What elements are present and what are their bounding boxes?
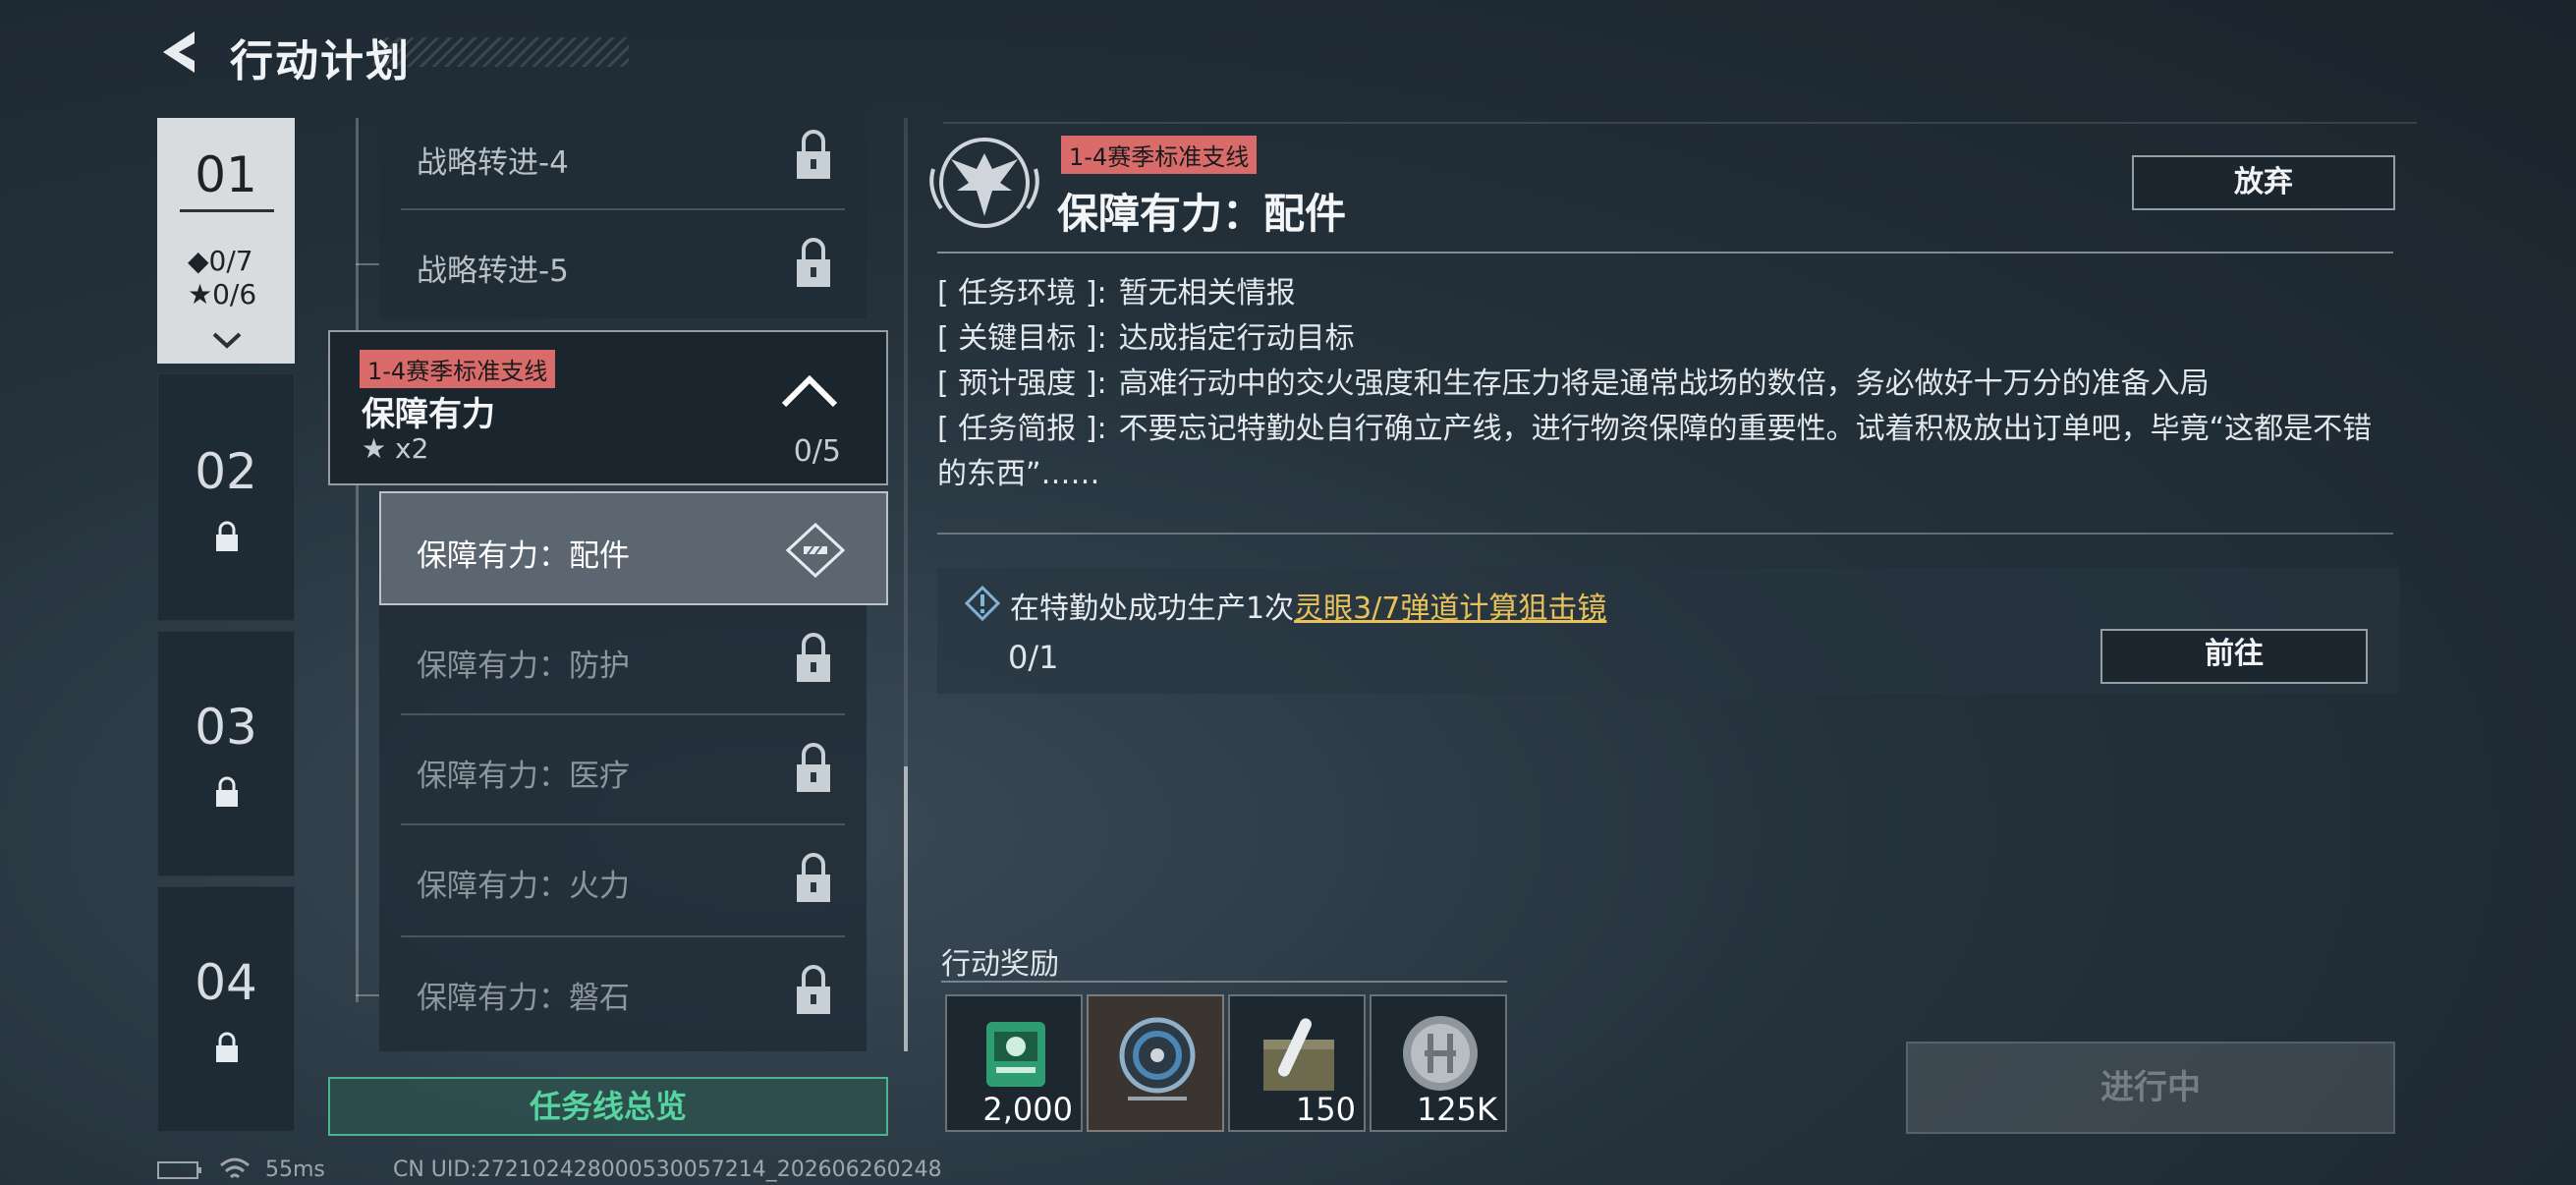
- info-value: 不要忘记特勤处自行确立产线，进行物资保障的重要性。试着积极放出订单吧，毕竟“这都…: [937, 412, 2373, 491]
- objective-item-link[interactable]: 灵眼3/7弹道计算狙击镜: [1294, 592, 1606, 626]
- info-environment: [ 任务环境 ]: 暂无相关情报: [937, 271, 2401, 316]
- info-value: 暂无相关情报: [1118, 276, 1296, 310]
- objective-prefix: 在特勤处成功生产1次: [1010, 592, 1295, 626]
- info-briefing: [ 任务简报 ]: 不要忘记特勤处自行确立产线，进行物资保障的重要性。试着积极放出…: [937, 407, 2401, 497]
- lock-icon: [797, 965, 830, 1014]
- lock-icon: [797, 633, 830, 682]
- info-key-objective: [ 关键目标 ]: 达成指定行动目标: [937, 316, 2401, 362]
- scrollbar-thumb[interactable]: [904, 766, 908, 1051]
- info-key: [ 任务环境 ]:: [937, 276, 1107, 310]
- chapter-tab-04[interactable]: 04: [157, 886, 295, 1132]
- alert-diamond-icon: [965, 586, 1000, 621]
- wifi-icon: [220, 1157, 250, 1179]
- cable-reel-icon: [1119, 1017, 1196, 1100]
- lock-icon: [797, 130, 830, 179]
- season-tag: 1-4赛季标准支线: [360, 350, 556, 388]
- quest-group-stars: ★ x2: [362, 432, 429, 465]
- reward-slot[interactable]: 125K: [1370, 994, 1507, 1132]
- chevron-up-icon[interactable]: [780, 371, 839, 411]
- ping-readout: 55ms: [265, 1157, 325, 1182]
- info-key: [ 预计强度 ]:: [937, 367, 1107, 401]
- chapter-number: 04: [195, 954, 257, 1011]
- quest-item-selected[interactable]: 保障有力：配件: [379, 491, 888, 605]
- quest-item-locked[interactable]: 保障有力：医疗: [379, 715, 867, 825]
- info-key: [ 关键目标 ]:: [937, 321, 1107, 356]
- quest-item-label: 保障有力：磐石: [417, 981, 630, 1016]
- abandon-button[interactable]: 放弃: [2132, 155, 2395, 210]
- in-progress-icon: [786, 523, 845, 578]
- quest-item-locked[interactable]: 保障有力：火力: [379, 825, 867, 937]
- quest-item-locked[interactable]: 保障有力：防护: [379, 605, 867, 715]
- detail-divider: [937, 252, 2393, 254]
- reward-quantity: 125K: [1416, 1091, 1497, 1128]
- quest-item-label: 保障有力：防护: [417, 649, 630, 684]
- tree-branch: [356, 994, 379, 996]
- lock-icon: [797, 238, 830, 287]
- objective-progress: 0/1: [1008, 639, 1059, 676]
- quest-item-label: 保障有力：医疗: [417, 759, 630, 794]
- info-difficulty: [ 预计强度 ]: 高难行动中的交火强度和生存压力将是通常战场的数倍，务必做好十万…: [937, 362, 2401, 407]
- quest-item-label: 战略转进-5: [417, 254, 569, 289]
- chapter-diamond-stat: ◆0/7: [188, 245, 253, 277]
- eagle-emblem-icon: [929, 138, 1039, 228]
- objective-card: 在特勤处成功生产1次灵眼3/7弹道计算狙击镜 0/1 前往: [937, 568, 2399, 694]
- reward-slot[interactable]: [1087, 994, 1224, 1132]
- quest-item-label: 战略转进-4: [417, 145, 569, 181]
- lock-icon: [797, 743, 830, 792]
- info-key: [ 任务简报 ]:: [937, 412, 1107, 446]
- user-uid: CN UID:272102428000530057214_20260626024…: [393, 1157, 942, 1182]
- back-arrow-icon[interactable]: [155, 28, 204, 77]
- chapter-tab-03[interactable]: 03: [157, 631, 295, 876]
- quest-tree-line: [356, 118, 359, 1002]
- chapter-tab-01[interactable]: 01 ◆0/7 ★0/6: [157, 118, 295, 364]
- quest-item-locked[interactable]: 战略转进-5: [379, 210, 867, 318]
- chevron-down-icon: [212, 332, 242, 349]
- info-value: 高难行动中的交火强度和生存压力将是通常战场的数倍，务必做好十万分的准备入局: [1118, 367, 2210, 401]
- quest-item-label: 保障有力：火力: [417, 869, 630, 904]
- lock-icon: [216, 776, 238, 807]
- chapter-star-stat: ★0/6: [188, 278, 257, 310]
- rewards-underline: [941, 981, 1507, 983]
- quest-item-label: 保障有力：配件: [417, 538, 630, 574]
- lock-icon: [216, 521, 238, 551]
- quest-group-progress: 0/5: [793, 434, 841, 469]
- reward-quantity: 150: [1295, 1091, 1356, 1128]
- title-decoration: [373, 37, 629, 67]
- in-progress-button[interactable]: 进行中: [1906, 1042, 2395, 1134]
- tree-branch: [356, 263, 379, 265]
- quest-group-title: 保障有力: [362, 395, 495, 434]
- questline-overview-button[interactable]: 任务线总览: [328, 1077, 888, 1136]
- rewards-title: 行动奖励: [941, 947, 1059, 982]
- chapter-number: 03: [195, 699, 257, 756]
- quest-group-header[interactable]: 1-4赛季标准支线 保障有力 ★ x2 0/5: [328, 330, 888, 485]
- objective-text: 在特勤处成功生产1次灵眼3/7弹道计算狙击镜: [1010, 584, 1606, 627]
- reward-slot[interactable]: 2,000: [945, 994, 1083, 1132]
- goto-button[interactable]: 前往: [2100, 629, 2368, 684]
- quest-title: 保障有力：配件: [1057, 190, 1347, 238]
- season-tag: 1-4赛季标准支线: [1061, 136, 1258, 174]
- battery-icon: [157, 1161, 201, 1179]
- quest-item-locked[interactable]: 保障有力：磐石: [379, 937, 867, 1051]
- section-divider: [937, 533, 2393, 535]
- tab-underline: [180, 209, 274, 212]
- reward-slot[interactable]: 150: [1228, 994, 1366, 1132]
- top-divider: [943, 122, 2417, 124]
- lock-icon: [797, 853, 830, 902]
- info-value: 达成指定行动目标: [1118, 321, 1355, 356]
- lock-icon: [216, 1032, 238, 1062]
- chapter-number: 01: [195, 146, 257, 203]
- chapter-tab-02[interactable]: 02: [157, 373, 295, 621]
- quest-item-locked[interactable]: 战略转进-4: [379, 102, 867, 210]
- chapter-number: 02: [195, 443, 257, 500]
- reward-quantity: 2,000: [982, 1091, 1073, 1128]
